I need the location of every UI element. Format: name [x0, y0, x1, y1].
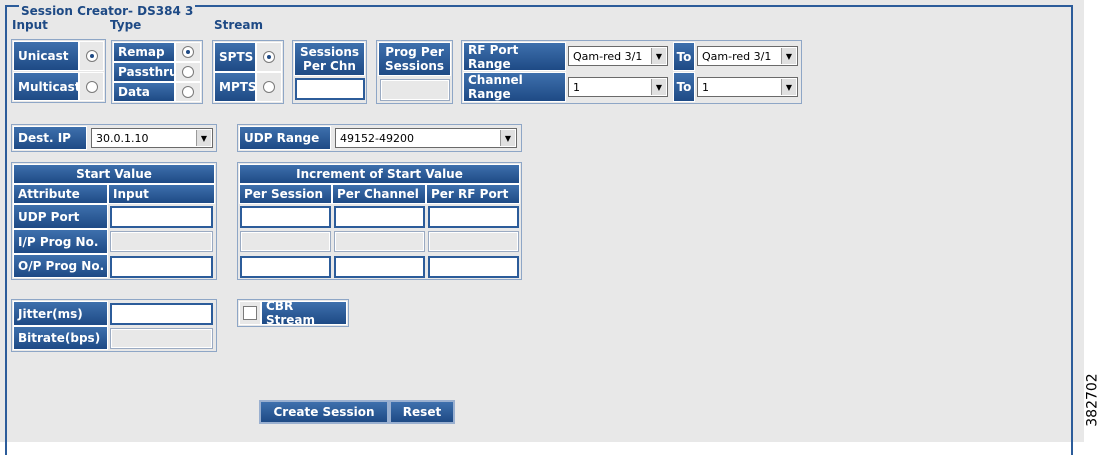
sessions-per-chn-input[interactable] — [295, 78, 365, 100]
udp-per-rf-port-input[interactable] — [428, 206, 519, 228]
spts-label: SPTS — [214, 42, 256, 72]
spts-radio[interactable] — [263, 51, 275, 63]
dest-ip-label: Dest. IP — [13, 126, 87, 150]
prog-per-sessions-input — [380, 79, 450, 101]
sessions-per-chn-label-line1: Sessions — [299, 45, 360, 59]
rf-port-to-value: Qam-red 3/1 — [702, 49, 772, 63]
per-rf-port-header: Per RF Port — [426, 184, 520, 204]
dest-ip-select[interactable]: 30.0.1.10 ▼ — [91, 128, 213, 148]
unicast-radio[interactable] — [85, 50, 98, 62]
input-header: Input — [12, 18, 48, 32]
channel-to-label: To — [673, 72, 695, 102]
rf-port-to-select[interactable]: Qam-red 3/1 ▼ — [697, 46, 798, 66]
sessions-per-chn-label: Sessions Per Chn — [294, 42, 365, 76]
op-prog-no-input[interactable] — [110, 256, 213, 278]
jitter-label: Jitter(ms) — [13, 301, 108, 326]
remap-radio-cell[interactable] — [175, 42, 201, 62]
rf-port-from-value: Qam-red 3/1 — [573, 49, 643, 63]
bitrate-input — [110, 328, 213, 349]
mpts-label: MPTS — [214, 72, 257, 102]
chevron-down-icon[interactable]: ▼ — [781, 48, 796, 64]
per-session-header: Per Session — [239, 184, 332, 204]
prog-per-sessions-label-line1: Prog Per — [385, 45, 444, 59]
channel-from-select[interactable]: 1 ▼ — [568, 77, 668, 97]
udp-port-label: UDP Port — [13, 204, 108, 229]
multicast-radio[interactable] — [85, 80, 98, 93]
op-prog-no-label: O/P Prog No. — [13, 254, 108, 278]
jitter-input[interactable] — [110, 303, 213, 325]
chevron-down-icon[interactable]: ▼ — [651, 79, 666, 95]
udp-per-session-input[interactable] — [240, 206, 331, 228]
cbr-stream-checkbox-cell[interactable] — [239, 301, 261, 325]
chevron-down-icon[interactable]: ▼ — [651, 48, 666, 64]
type-header: Type — [110, 18, 142, 32]
bitrate-label: Bitrate(bps) — [13, 326, 108, 350]
remap-radio[interactable] — [182, 46, 194, 58]
stream-header: Stream — [214, 18, 264, 32]
reset-button[interactable]: Reset — [389, 400, 455, 424]
input-col-header: Input — [108, 184, 215, 204]
channel-range-label: Channel Range — [463, 72, 566, 102]
session-creator-panel: Session Creator- DS384 3 Input Type Stre… — [0, 0, 1084, 455]
mpts-radio[interactable] — [263, 81, 275, 93]
passthru-radio[interactable] — [182, 66, 194, 78]
multicast-label: Multicast — [13, 72, 81, 101]
udp-range-select[interactable]: 49152-49200 ▼ — [335, 128, 517, 148]
ip-per-rf-port-input — [428, 231, 519, 252]
dest-ip-value: 30.0.1.10 — [96, 131, 149, 145]
passthru-label: Passthru — [113, 62, 178, 82]
unicast-radio-cell[interactable] — [79, 41, 104, 71]
data-radio[interactable] — [182, 86, 194, 98]
panel-title: Session Creator- DS384 3 — [19, 4, 196, 18]
data-label: Data — [113, 82, 175, 102]
channel-from-value: 1 — [573, 80, 580, 94]
unicast-label: Unicast — [13, 41, 79, 71]
cbr-stream-label: CBR Stream — [261, 299, 347, 327]
rf-port-range-label: RF Port Range — [463, 42, 566, 71]
data-radio-cell[interactable] — [175, 82, 201, 102]
start-value-title: Start Value — [13, 164, 215, 184]
chevron-down-icon[interactable]: ▼ — [781, 79, 796, 95]
remap-label: Remap — [113, 42, 175, 62]
op-per-channel-input[interactable] — [334, 256, 425, 278]
spts-radio-cell[interactable] — [256, 42, 282, 72]
channel-to-value: 1 — [702, 80, 709, 94]
sessions-per-chn-label-line2: Per Chn — [303, 59, 356, 73]
chevron-down-icon[interactable]: ▼ — [500, 130, 515, 146]
op-per-session-input[interactable] — [240, 256, 331, 278]
increment-title: Increment of Start Value — [239, 164, 520, 184]
ip-per-channel-input — [334, 231, 425, 252]
op-per-rf-port-input[interactable] — [428, 256, 519, 278]
ip-prog-no-input — [110, 231, 213, 252]
ip-per-session-input — [240, 231, 331, 252]
udp-per-channel-input[interactable] — [334, 206, 425, 228]
udp-range-value: 49152-49200 — [340, 131, 414, 145]
per-channel-header: Per Channel — [332, 184, 426, 204]
ip-prog-no-label: I/P Prog No. — [13, 229, 108, 254]
figure-id-text: 382702 — [1084, 373, 1101, 427]
attribute-col-header: Attribute — [13, 184, 108, 204]
udp-port-input[interactable] — [110, 206, 213, 228]
rf-port-from-select[interactable]: Qam-red 3/1 ▼ — [568, 46, 668, 66]
prog-per-sessions-label: Prog Per Sessions — [378, 42, 451, 76]
multicast-radio-cell[interactable] — [79, 72, 104, 101]
passthru-radio-cell[interactable] — [175, 62, 201, 82]
create-session-button[interactable]: Create Session — [259, 400, 389, 424]
channel-to-select[interactable]: 1 ▼ — [697, 77, 798, 97]
udp-range-label: UDP Range — [239, 126, 331, 150]
cbr-stream-checkbox[interactable] — [243, 306, 257, 320]
rf-port-to-label: To — [673, 42, 695, 71]
prog-per-sessions-label-line2: Sessions — [384, 59, 445, 73]
figure-id: 382702 — [1084, 372, 1106, 432]
chevron-down-icon[interactable]: ▼ — [196, 130, 211, 146]
mpts-radio-cell[interactable] — [256, 72, 282, 102]
